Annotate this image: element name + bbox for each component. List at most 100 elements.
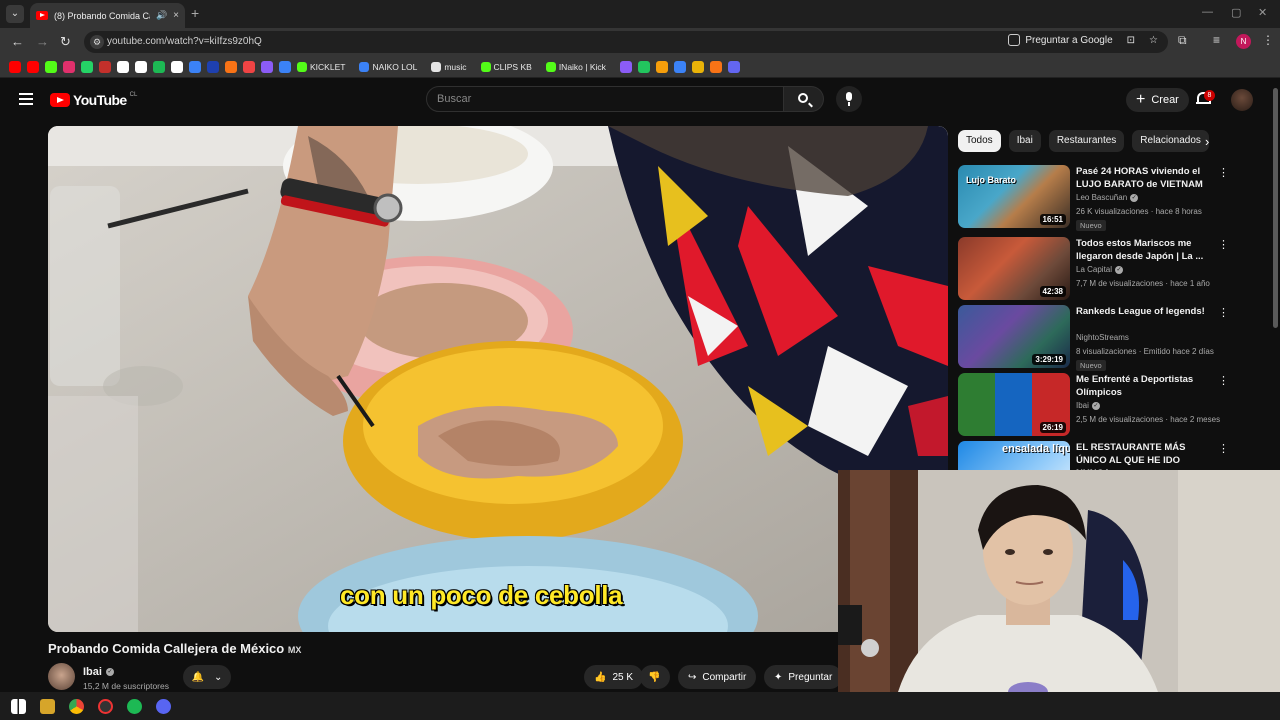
chevron-right-icon[interactable]: ›	[1205, 134, 1209, 149]
bookmark-icon[interactable]	[135, 60, 147, 73]
voice-search-icon[interactable]	[836, 86, 862, 112]
extensions-icon[interactable]: ⧉	[1178, 33, 1187, 48]
bookmark-icon[interactable]	[727, 60, 740, 73]
speaker-icon[interactable]: 🔊	[156, 10, 167, 21]
bookmark-item[interactable]: KICKLET	[297, 61, 345, 72]
chrome-icon[interactable]	[69, 698, 84, 714]
bookmark-icon[interactable]	[189, 60, 201, 73]
bookmark-icon[interactable]	[45, 60, 57, 73]
bookmark-icon[interactable]	[709, 60, 722, 73]
spotify-icon[interactable]	[127, 698, 142, 714]
minimize-icon[interactable]: —	[1202, 6, 1213, 18]
more-actions-icon[interactable]: ⋮	[1218, 167, 1229, 179]
discord-icon[interactable]	[156, 698, 171, 714]
media-controls-icon[interactable]: ≡	[1213, 33, 1220, 47]
bookmark-icon[interactable]	[225, 60, 237, 73]
recommendation-channel[interactable]: La Capital ✓	[1076, 265, 1124, 274]
bookmark-icon[interactable]	[655, 60, 668, 73]
recommendation-channel[interactable]: Ibai ✓	[1076, 401, 1100, 410]
chrome-menu-icon[interactable]: ⋮	[1262, 33, 1274, 47]
more-actions-icon[interactable]: ⋮	[1218, 307, 1229, 319]
windows-start-icon[interactable]	[11, 698, 26, 714]
recommendation-title[interactable]: Rankeds League of legends!	[1076, 305, 1214, 318]
profile-avatar[interactable]: N	[1236, 34, 1251, 49]
recommendation-item[interactable]: 3:29:19 Rankeds League of legends! NightoS…	[958, 305, 1258, 371]
menu-icon[interactable]	[19, 93, 33, 105]
address-bar[interactable]: ⚙ youtube.com/watch?v=kiIfzs9z0hQ Pregun…	[84, 31, 1168, 53]
recommendation-channel[interactable]: Leo Bascuñan ✓	[1076, 193, 1139, 202]
dislike-button[interactable]: 👎	[640, 665, 670, 689]
bookmark-icon[interactable]	[117, 60, 129, 73]
reload-icon[interactable]: ↻	[60, 34, 71, 50]
bookmark-item[interactable]: music	[431, 61, 467, 72]
channel-avatar[interactable]	[48, 663, 75, 690]
recommendation-title[interactable]: Todos estos Mariscos me llegaron desde J…	[1076, 237, 1214, 263]
subscription-bell-button[interactable]: 🔔 ⌄	[183, 665, 231, 689]
maximize-icon[interactable]: ▢	[1231, 6, 1241, 19]
obs-icon[interactable]	[98, 698, 113, 714]
bookmark-icon[interactable]	[27, 60, 39, 73]
recommendation-item[interactable]: 42:38 Todos estos Mariscos me llegaron de…	[958, 237, 1258, 301]
video-thumbnail[interactable]: 26:19	[958, 373, 1070, 436]
file-explorer-icon[interactable]	[40, 698, 55, 714]
bookmark-icon[interactable]	[243, 60, 255, 73]
page-scrollbar[interactable]	[1273, 88, 1278, 328]
bookmark-icon[interactable]	[9, 60, 21, 73]
recommendation-channel[interactable]: NightoStreams	[1076, 333, 1129, 342]
chip-todos[interactable]: Todos	[958, 130, 1001, 152]
bookmark-icon[interactable]	[691, 60, 704, 73]
bookmark-item[interactable]: CLIPS KB	[480, 61, 532, 72]
recommendation-item[interactable]: 26:19 Me Enfrenté a Deportistas Olímpicos…	[958, 373, 1258, 437]
bookmark-item[interactable]: NAIKO LOL	[359, 61, 417, 72]
bookmark-icon[interactable]	[207, 60, 219, 73]
video-player[interactable]: con un poco de cebolla	[48, 126, 948, 632]
chip-restaurantes[interactable]: Restaurantes	[1048, 130, 1125, 152]
tab-search-button[interactable]: ⌄	[6, 5, 24, 23]
video-thumbnail[interactable]: 42:38	[958, 237, 1070, 300]
recommendation-title[interactable]: EL RESTAURANTE MÁS ÚNICO AL QUE HE IDO N…	[1076, 441, 1214, 471]
bookmark-icon[interactable]	[637, 60, 650, 73]
ask-button[interactable]: ✦ Preguntar	[764, 665, 843, 689]
channel-name[interactable]: Ibai ✓	[83, 666, 114, 678]
bookmark-icon[interactable]	[99, 60, 111, 73]
search-input[interactable]	[427, 87, 783, 111]
site-info-icon[interactable]: ⚙	[90, 35, 104, 49]
new-tab-button[interactable]: +	[191, 5, 199, 21]
user-avatar[interactable]	[1231, 89, 1253, 111]
url-text[interactable]: youtube.com/watch?v=kiIfzs9z0hQ	[107, 36, 262, 47]
bookmark-icon[interactable]	[81, 60, 93, 73]
more-actions-icon[interactable]: ⋮	[1218, 443, 1229, 455]
more-actions-icon[interactable]: ⋮	[1218, 375, 1229, 387]
youtube-logo[interactable]: YouTube CL	[50, 92, 137, 108]
recommendation-title[interactable]: Pasé 24 HORAS viviendo el LUJO BARATO de…	[1076, 165, 1214, 191]
create-button[interactable]: + Crear	[1126, 88, 1189, 112]
cast-icon[interactable]: ⊡	[1127, 35, 1135, 46]
browser-tab-active[interactable]: (8) Probando Comida Calle 🔊 ×	[30, 3, 185, 28]
share-button[interactable]: ↪ Compartir	[678, 665, 757, 689]
recommendation-item[interactable]: Lujo Barato 16:51 Pasé 24 HORAS viviendo e…	[958, 165, 1258, 231]
like-button[interactable]: 👍 25 K	[584, 665, 644, 689]
channel-name-text[interactable]: Ibai	[83, 666, 102, 678]
bookmark-item[interactable]: INaiko | Kick	[545, 61, 606, 72]
bookmark-star-icon[interactable]: ☆	[1149, 35, 1158, 46]
more-actions-icon[interactable]: ⋮	[1218, 239, 1229, 251]
ask-google-button[interactable]: Preguntar a Google	[1008, 34, 1113, 46]
search-button[interactable]	[784, 86, 824, 112]
chip-ibai[interactable]: Ibai	[1008, 130, 1041, 152]
recommendation-title[interactable]: Me Enfrenté a Deportistas Olímpicos	[1076, 373, 1214, 399]
bookmark-icon[interactable]	[153, 60, 165, 73]
bookmark-icon[interactable]	[279, 60, 291, 73]
forward-icon[interactable]: →	[36, 34, 49, 49]
bookmark-icon[interactable]	[63, 60, 75, 73]
video-thumbnail[interactable]: ensalada líquida	[958, 441, 1070, 471]
recommendation-item[interactable]: ensalada líquida EL RESTAURANTE MÁS ÚNICO…	[958, 441, 1258, 471]
back-icon[interactable]: ←	[11, 34, 24, 49]
bookmark-icon[interactable]	[619, 60, 632, 73]
bookmark-icon[interactable]	[171, 60, 183, 73]
bookmark-icon[interactable]	[261, 60, 273, 73]
chip-relacionados[interactable]: Relacionados	[1132, 130, 1209, 152]
bookmark-icon[interactable]	[673, 60, 686, 73]
tab-close-icon[interactable]: ×	[173, 10, 179, 21]
window-close-icon[interactable]: ✕	[1258, 6, 1267, 19]
video-thumbnail[interactable]: Lujo Barato 16:51	[958, 165, 1070, 228]
